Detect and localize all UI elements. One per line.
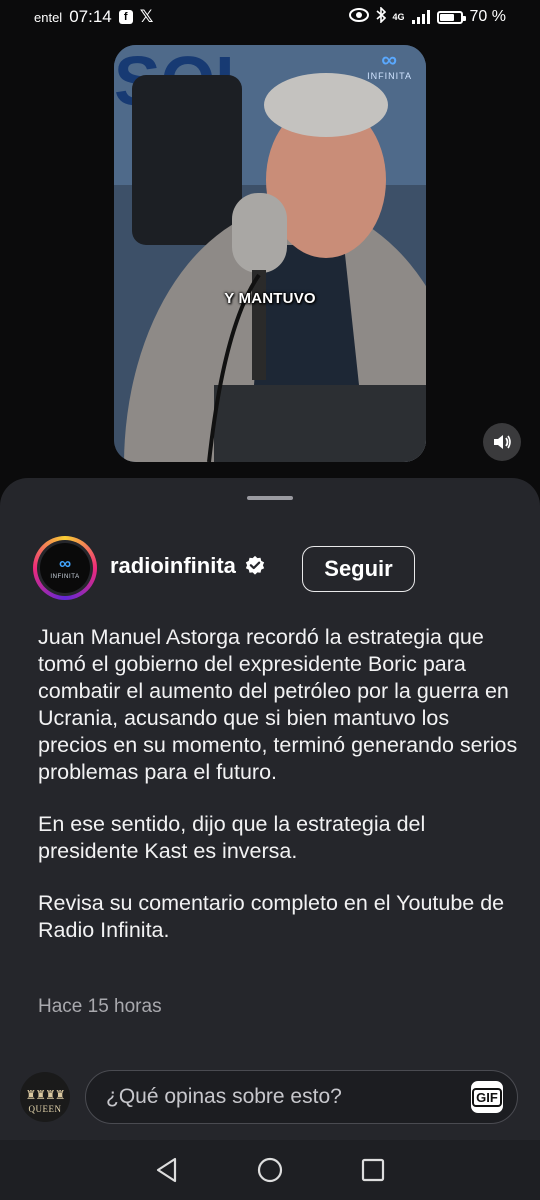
verified-badge-icon: [245, 555, 265, 575]
video-caption: Y MANTUVO: [224, 290, 316, 307]
bluetooth-icon: [375, 6, 386, 27]
caption-paragraph: Revisa su comentario completo en el Yout…: [38, 891, 505, 942]
sheet-drag-handle[interactable]: [247, 496, 293, 500]
facebook-icon: f: [118, 10, 133, 24]
home-circle-icon: [257, 1157, 283, 1183]
follow-button[interactable]: Seguir: [302, 546, 415, 592]
network-type: 4G: [392, 12, 405, 22]
caption-paragraph: Juan Manuel Astorga recordó la estrategi…: [38, 625, 518, 784]
caption-paragraph: En ese sentido, dijo que la estrategia d…: [38, 812, 426, 863]
infinity-logo-icon: ∞: [381, 47, 398, 72]
current-user-avatar: ♜♜♜♜ QUEEN: [20, 1072, 70, 1122]
back-triangle-icon: [156, 1157, 176, 1183]
x-icon: 𝕏: [139, 7, 154, 26]
eye-icon: [348, 8, 369, 26]
signal-icon: [411, 10, 430, 24]
recents-button[interactable]: [359, 1156, 387, 1184]
video-frame: SOI: [114, 45, 426, 462]
gif-button[interactable]: GIF: [471, 1081, 503, 1113]
carrier-label: entel: [34, 9, 63, 25]
comment-input[interactable]: ¿Qué opinas sobre esto? GIF: [85, 1070, 518, 1124]
video-watermark: ∞ INFINITA: [367, 47, 412, 82]
gif-icon: GIF: [472, 1087, 502, 1107]
status-bar: entel 07:14 f 𝕏 4G 70 %: [0, 0, 540, 34]
post-details-sheet: ∞ INFINITA radioinfinita Seguir Juan Man…: [0, 478, 540, 1140]
post-timestamp: Hace 15 horas: [38, 996, 162, 1017]
profile-avatar[interactable]: ∞ INFINITA: [33, 536, 97, 600]
author-row: radioinfinita: [110, 553, 266, 579]
clock: 07:14: [69, 7, 112, 26]
battery-icon: [436, 10, 466, 24]
username[interactable]: radioinfinita: [110, 553, 236, 579]
recents-square-icon: [362, 1158, 385, 1182]
system-navigation-bar: [0, 1140, 540, 1200]
speaker-icon: [494, 435, 511, 449]
home-button[interactable]: [256, 1156, 284, 1184]
reel-video[interactable]: SOI Y MANTUVO ∞ INFINITA: [114, 45, 426, 462]
comment-placeholder: ¿Qué opinas sobre esto?: [106, 1085, 342, 1108]
post-caption: Juan Manuel Astorga recordó la estrategi…: [38, 624, 518, 969]
mute-toggle-button[interactable]: [483, 423, 521, 461]
band-figures-icon: ♜♜♜♜: [25, 1088, 65, 1102]
infinity-logo-icon: ∞: [58, 554, 72, 573]
back-button[interactable]: [153, 1156, 181, 1184]
battery-percent: 70 %: [469, 8, 506, 25]
